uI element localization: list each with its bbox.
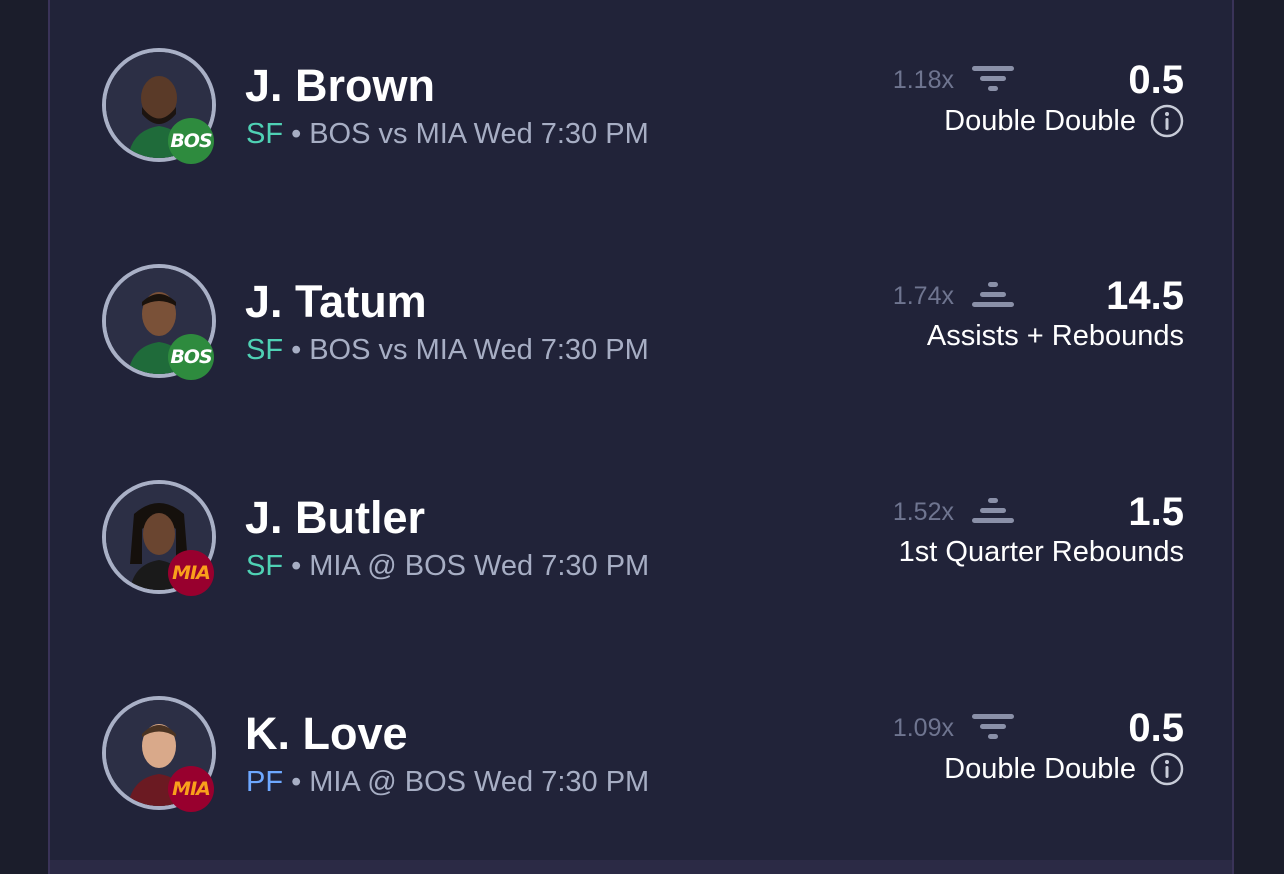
player-row[interactable]: MIA J. Butler SF • MIA @ BOS Wed 7:30 PM 1…: [50, 480, 1232, 650]
player-row[interactable]: BOS J. Brown SF • BOS vs MIA Wed 7:30 PM 1…: [50, 48, 1232, 218]
player-props-panel: BOS J. Brown SF • BOS vs MIA Wed 7:30 PM 1…: [48, 0, 1234, 874]
team-badge: MIA: [168, 766, 214, 812]
player-position: SF: [246, 334, 284, 366]
prop-line-block[interactable]: 1.18x 0.5 Double Double: [664, 48, 1184, 158]
stat-type: Double Double: [944, 104, 1184, 138]
stat-label: Assists + Rebounds: [926, 320, 1184, 352]
payout-multiplier: 1.09x: [892, 714, 954, 742]
page: BOS J. Brown SF • BOS vs MIA Wed 7:30 PM 1…: [0, 0, 1284, 874]
line-value: 1.5: [1128, 490, 1184, 534]
stat-type: Assists + Rebounds: [927, 320, 1184, 353]
line-value: 0.5: [1128, 58, 1184, 102]
separator-dot: •: [291, 118, 302, 150]
player-name: J. Brown: [245, 60, 436, 111]
player-name: K. Love: [245, 708, 408, 759]
payout-multiplier: 1.52x: [892, 498, 954, 526]
separator-dot: •: [291, 766, 302, 798]
prop-line-block[interactable]: 1.09x 0.5 Double Double: [664, 696, 1184, 806]
prop-line-block[interactable]: 1.52x 1.5 1st Quarter Rebounds: [664, 480, 1184, 590]
info-icon[interactable]: [1150, 752, 1184, 786]
player-row[interactable]: BOS J. Tatum SF • BOS vs MIA Wed 7:30 PM 1…: [50, 264, 1232, 434]
separator-dot: •: [291, 334, 302, 366]
team-badge: MIA: [168, 550, 214, 596]
payout-multiplier: 1.18x: [892, 66, 954, 94]
payout-multiplier: 1.74x: [892, 282, 954, 310]
team-badge: BOS: [168, 334, 214, 380]
game-info: SF • BOS vs MIA Wed 7:30 PM: [246, 118, 649, 151]
matchup-text: MIA @ BOS Wed 7:30 PM: [309, 766, 650, 798]
player-position: SF: [246, 118, 284, 150]
stat-label: 1st Quarter Rebounds: [898, 536, 1184, 568]
game-info: PF • MIA @ BOS Wed 7:30 PM: [246, 766, 649, 799]
matchup-text: BOS vs MIA Wed 7:30 PM: [309, 118, 649, 150]
line-value: 14.5: [1106, 274, 1184, 318]
player-position: SF: [246, 550, 284, 582]
matchup-text: BOS vs MIA Wed 7:30 PM: [309, 334, 649, 366]
game-info: SF • MIA @ BOS Wed 7:30 PM: [246, 550, 649, 583]
stack-up-icon: [972, 498, 1014, 523]
player-name: J. Tatum: [245, 276, 427, 327]
player-row[interactable]: MIA K. Love PF • MIA @ BOS Wed 7:30 PM 1.0…: [50, 696, 1232, 866]
panel-footer: [50, 860, 1232, 874]
player-position: PF: [246, 766, 284, 798]
player-name: J. Butler: [245, 492, 426, 543]
line-value: 0.5: [1128, 706, 1184, 750]
info-icon[interactable]: [1150, 104, 1184, 138]
filter-down-icon: [972, 714, 1014, 739]
stat-type: Double Double: [944, 752, 1184, 786]
prop-line-block[interactable]: 1.74x 14.5 Assists + Rebounds: [664, 264, 1184, 374]
separator-dot: •: [291, 550, 302, 582]
stat-type: 1st Quarter Rebounds: [899, 536, 1184, 569]
matchup-text: MIA @ BOS Wed 7:30 PM: [309, 550, 650, 582]
game-info: SF • BOS vs MIA Wed 7:30 PM: [246, 334, 649, 367]
filter-down-icon: [972, 66, 1014, 91]
stack-up-icon: [972, 282, 1014, 307]
team-badge: BOS: [168, 118, 214, 164]
stat-label: Double Double: [944, 104, 1136, 137]
stat-label: Double Double: [944, 752, 1136, 785]
